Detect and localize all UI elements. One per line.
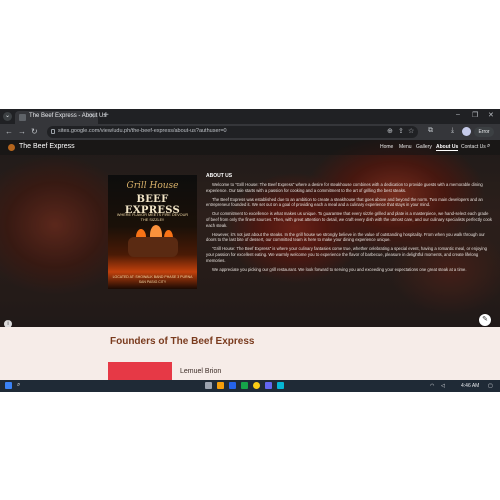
- tab-strip: ⌄ The Beef Express - About Us ✕ + – ❐ ✕: [0, 109, 500, 124]
- file-explorer-icon[interactable]: [217, 382, 224, 389]
- edit-pencil-icon[interactable]: ✎: [479, 314, 491, 326]
- profile-error-chip[interactable]: Error: [474, 127, 494, 137]
- volume-icon[interactable]: ◁: [441, 383, 445, 389]
- founders-section: Founders of The Beef Express Lemuel Brio…: [0, 327, 500, 380]
- web-page: The Beef Express Home Menu Gallery About…: [0, 140, 500, 380]
- about-paragraph: The Beef Express was established due to …: [206, 196, 483, 208]
- app-icon[interactable]: [277, 382, 284, 389]
- windows-start-icon[interactable]: [5, 382, 12, 389]
- poster-address: LOCATED AT: SHOWALK BAND PHASE 3 PURNA S…: [112, 275, 193, 284]
- extensions-icon[interactable]: ⧉: [428, 127, 433, 135]
- site-info-icon[interactable]: [51, 129, 55, 134]
- site-logo[interactable]: [8, 144, 15, 151]
- wifi-icon[interactable]: ◠: [430, 383, 434, 389]
- downloads-icon[interactable]: ⤓: [451, 127, 454, 135]
- zoom-icon[interactable]: ⊕: [387, 127, 393, 135]
- about-us-section: ABOUT US Welcome to "Grill House: The Be…: [206, 173, 493, 275]
- tab-search-icon[interactable]: ⌄: [3, 112, 12, 121]
- chrome-icon[interactable]: [253, 382, 260, 389]
- share-icon[interactable]: ⇪: [398, 127, 404, 135]
- browser-window: ⌄ The Beef Express - About Us ✕ + – ❐ ✕ …: [0, 109, 500, 392]
- nav-menu[interactable]: Menu: [399, 144, 412, 150]
- nav-about-us[interactable]: About Us: [436, 144, 459, 151]
- reload-icon[interactable]: ↻: [31, 126, 38, 137]
- search-icon[interactable]: ⌕: [17, 382, 24, 389]
- founder-name: Lemuel Brion: [180, 368, 222, 375]
- site-header: The Beef Express Home Menu Gallery About…: [0, 140, 500, 155]
- restaurant-poster-image: Grill House BEEF EXPRESS WHERE FLAVOR ME…: [108, 175, 197, 289]
- about-paragraph: "Grill House: The Beef Express" is where…: [206, 246, 487, 263]
- minimize-icon[interactable]: –: [456, 111, 460, 118]
- url-text[interactable]: sites.google.com/view/udu.ph/the-beef-ex…: [58, 128, 227, 134]
- nav-home[interactable]: Home: [380, 144, 393, 150]
- founder-photo: [108, 362, 172, 380]
- new-tab-plus-icon[interactable]: +: [103, 110, 109, 122]
- browser-toolbar: ← → ↻ sites.google.com/view/udu.ph/the-b…: [0, 124, 500, 140]
- tab-about-us[interactable]: The Beef Express - About Us ✕: [15, 111, 106, 124]
- about-paragraph: Welcome to "Grill House: The Beef Expres…: [206, 182, 483, 193]
- app-icon[interactable]: [265, 382, 272, 389]
- about-heading: ABOUT US: [206, 173, 233, 179]
- notification-icon[interactable]: ▢: [488, 383, 493, 389]
- search-icon[interactable]: ⌕: [487, 143, 490, 150]
- about-paragraph: We appreciate you picking our grill rest…: [212, 266, 467, 272]
- task-view-icon[interactable]: [205, 382, 212, 389]
- forward-arrow-icon[interactable]: →: [18, 126, 26, 137]
- steak-on-grill: [128, 237, 178, 257]
- tab-close-icon[interactable]: ✕: [89, 112, 95, 120]
- bookmark-star-icon[interactable]: ☆: [408, 127, 414, 135]
- founders-title: Founders of The Beef Express: [110, 336, 255, 347]
- maximize-icon[interactable]: ❐: [472, 111, 478, 119]
- sites-favicon-icon: [19, 114, 26, 121]
- nav-contact-us[interactable]: Contact Us: [461, 144, 486, 150]
- close-window-icon[interactable]: ✕: [488, 111, 494, 119]
- about-paragraph: However, it's not just about the steaks.…: [206, 231, 485, 243]
- vscode-icon[interactable]: [229, 382, 236, 389]
- back-arrow-icon[interactable]: ←: [5, 126, 13, 137]
- nav-gallery[interactable]: Gallery: [416, 144, 432, 150]
- address-bar[interactable]: sites.google.com/view/udu.ph/the-beef-ex…: [47, 126, 418, 138]
- clock-time[interactable]: 4:46 AM: [461, 383, 479, 389]
- site-title[interactable]: The Beef Express: [19, 143, 75, 150]
- windows-taskbar: ⌕ ◠ ◁ 4:46 AM ▢: [0, 380, 500, 392]
- profile-avatar[interactable]: [462, 127, 471, 136]
- poster-tagline: WHERE FLAVOR MEETS FIRE DEVOUR THE SIZZL…: [116, 213, 189, 222]
- poster-script-text: Grill House: [126, 181, 179, 191]
- about-paragraph: Our commitment to excellence is what mak…: [206, 211, 492, 228]
- spotify-icon[interactable]: [241, 382, 248, 389]
